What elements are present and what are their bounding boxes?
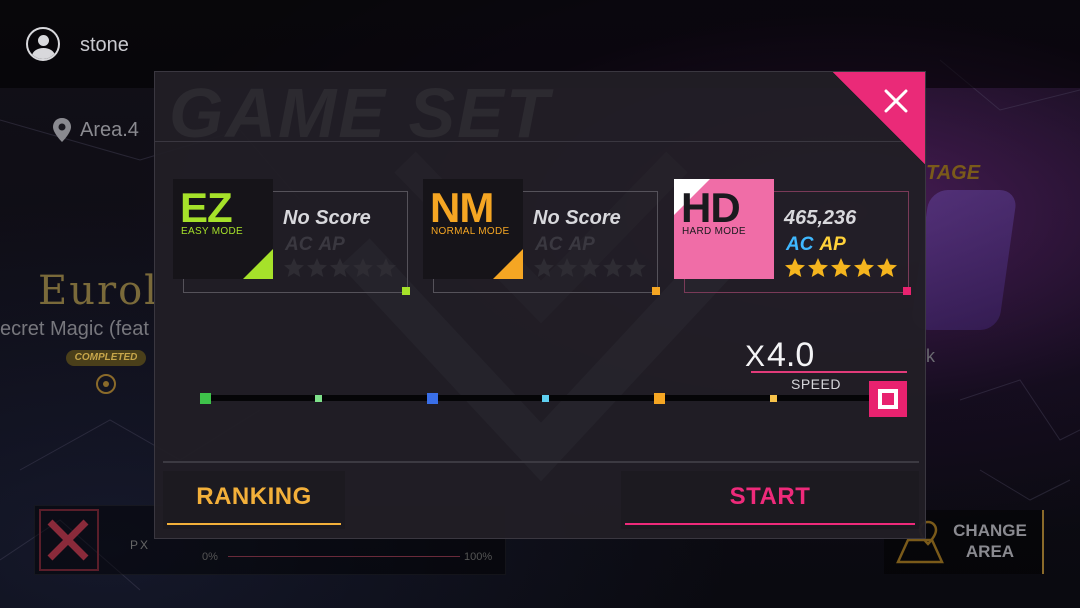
completed-badge: COMPLETED: [66, 350, 146, 366]
mode-abbr: EZ: [180, 184, 233, 231]
ranking-button-label: RANKING: [196, 483, 312, 510]
speed-tick-mark[interactable]: [426, 392, 438, 404]
mode-name: NORMAL MODE: [431, 226, 510, 237]
close-button[interactable]: [833, 72, 925, 164]
dialog-title: GAME SET: [169, 74, 551, 152]
change-area-label: CHANGE AREA: [950, 520, 1030, 562]
star-filled-icon: [877, 258, 897, 277]
speed-prefix: X: [745, 340, 766, 373]
mode-card-easy[interactable]: EZ EASY MODE No Score AC AP: [173, 179, 410, 295]
ap-label: AP: [318, 234, 345, 255]
mode-abbr: HD: [681, 184, 741, 231]
mode-name: HARD MODE: [682, 226, 746, 237]
stage-label: TAGE: [926, 162, 981, 184]
start-button[interactable]: START: [621, 471, 919, 529]
star-empty-icon: [534, 258, 554, 277]
progress-end-label: 100%: [464, 551, 493, 563]
badge-corner-triangle: [493, 249, 523, 279]
mode-card-normal[interactable]: NM NORMAL MODE No Score AC AP: [423, 179, 660, 295]
mode-abbr: NM: [430, 184, 494, 231]
ac-ap-indicator: AC AP: [786, 234, 852, 256]
ac-label: AC: [535, 234, 563, 255]
ranking-underline: [167, 523, 341, 525]
star-rating: [533, 257, 653, 279]
change-area-label-line2: AREA: [965, 542, 1015, 561]
speed-value: 4.0: [767, 336, 815, 374]
close-icon: [884, 89, 908, 113]
ap-label: AP: [568, 234, 595, 255]
song-progress-track: [228, 556, 460, 557]
song-logo-text: Eurol: [38, 268, 159, 314]
start-underline: [625, 523, 915, 525]
dialog-header: GAME SET: [155, 72, 925, 150]
star-empty-icon: [603, 258, 623, 277]
song-title: ecret Magic (feat: [0, 318, 149, 340]
brand-text: PX: [130, 538, 151, 552]
ac-label: AC: [285, 234, 313, 255]
mode-score: No Score: [533, 207, 621, 229]
mode-score: 465,236: [784, 207, 857, 229]
area-label: Area.4: [80, 119, 139, 141]
mode-name: EASY MODE: [181, 226, 243, 237]
px-logo-icon: [39, 509, 99, 571]
star-empty-icon: [557, 258, 577, 277]
map-node[interactable]: [96, 374, 116, 394]
star-empty-icon: [626, 258, 646, 277]
mode-card-hard[interactable]: HD HARD MODE 465,236 AC AP: [674, 179, 911, 295]
ac-label: AC: [786, 234, 814, 255]
star-filled-icon: [831, 258, 851, 277]
star-empty-icon: [284, 258, 304, 277]
star-empty-icon: [307, 258, 327, 277]
star-empty-icon: [353, 258, 373, 277]
badge-corner-triangle: [243, 249, 273, 279]
speed-tick-mark[interactable]: [199, 392, 211, 404]
speed-tick-mark[interactable]: [315, 394, 323, 402]
star-empty-icon: [330, 258, 350, 277]
mode-score: No Score: [283, 207, 371, 229]
change-area-label-line1: CHANGE: [953, 521, 1027, 540]
star-filled-icon: [785, 258, 805, 277]
ac-ap-indicator: AC AP: [285, 234, 351, 256]
progress-start-label: 0%: [202, 551, 218, 563]
star-rating: [784, 257, 904, 279]
username: stone: [80, 34, 129, 56]
side-letter: k: [926, 346, 935, 366]
speed-value-display: X4.0: [745, 336, 835, 376]
star-filled-icon: [808, 258, 828, 277]
mode-badge: HD HARD MODE: [674, 179, 774, 279]
star-empty-icon: [580, 258, 600, 277]
mode-badge: NM NORMAL MODE: [423, 179, 523, 279]
mode-badge: EZ EASY MODE: [173, 179, 273, 279]
ac-ap-indicator: AC AP: [535, 234, 601, 256]
user-avatar-icon[interactable]: [26, 27, 60, 61]
star-empty-icon: [376, 258, 396, 277]
footer-divider: [163, 461, 919, 463]
game-set-dialog: GAME SET EZ EASY MODE No Score AC AP NM N…: [154, 71, 926, 539]
start-button-label: START: [729, 483, 811, 510]
speed-label: SPEED: [791, 376, 841, 392]
speed-slider-handle[interactable]: [869, 381, 907, 417]
corner-marker-icon: [652, 287, 660, 295]
speed-tick-mark[interactable]: [653, 392, 665, 404]
speed-tick-mark[interactable]: [769, 394, 777, 402]
corner-marker-icon: [903, 287, 911, 295]
star-filled-icon: [854, 258, 874, 277]
corner-marker-icon: [402, 287, 410, 295]
location-pin-icon: [53, 118, 71, 142]
speed-underline: [751, 371, 907, 373]
star-rating: [283, 257, 403, 279]
speed-tick-mark[interactable]: [542, 394, 550, 402]
ap-label: AP: [819, 234, 846, 255]
ranking-button[interactable]: RANKING: [163, 471, 345, 529]
